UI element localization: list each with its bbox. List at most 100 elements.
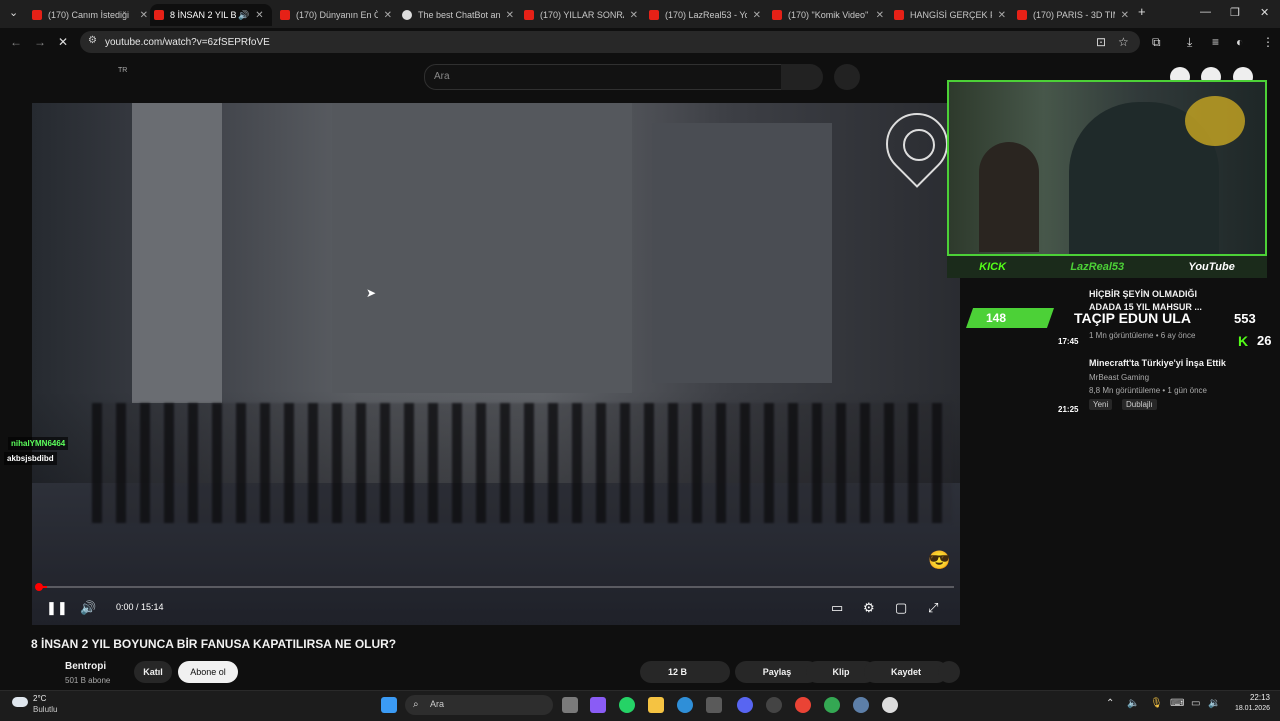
browser-tab-6[interactable]: (170) LazReal53 - You ✕: [645, 4, 761, 26]
browser-tab-5[interactable]: (170) YILLAR SONRA ✕: [520, 4, 638, 26]
install-app-icon[interactable]: ⊡: [1096, 35, 1106, 49]
fullscreen-icon[interactable]: ⤢: [928, 600, 938, 616]
settings-icon[interactable]: [853, 697, 869, 713]
tab-close-icon[interactable]: ✕: [876, 10, 884, 21]
minimize-icon[interactable]: —: [1200, 6, 1211, 18]
weather-temp[interactable]: 2°C: [33, 694, 46, 703]
clock-date[interactable]: 18.01.2026: [1226, 705, 1270, 712]
speaker-icon[interactable]: 🔈: [1127, 698, 1139, 709]
tab-close-icon[interactable]: ✕: [140, 10, 148, 21]
pause-icon[interactable]: ❚❚: [46, 600, 68, 616]
file-explorer-icon[interactable]: [648, 697, 664, 713]
browser-tab-9[interactable]: (170) PARIS - 3D TIM ✕: [1013, 4, 1129, 26]
browser-tab-3[interactable]: (170) Dünyanın En Ö ✕: [276, 4, 392, 26]
search-button[interactable]: [781, 64, 823, 90]
rec-1-title[interactable]: HİÇBİR ŞEYİN OLMADIĞI: [1089, 289, 1197, 299]
video-player[interactable]: [32, 103, 960, 625]
display-icon[interactable]: ▭: [1191, 698, 1200, 709]
download-icon[interactable]: ⤓: [1187, 35, 1192, 50]
store-icon[interactable]: [706, 697, 722, 713]
reading-list-icon[interactable]: ≡: [1212, 35, 1219, 49]
browser-tab-2[interactable]: 8 İNSAN 2 YIL BO🔊✕: [150, 4, 272, 26]
rec-2-meta: 8,8 Mn görüntüleme • 1 gün önce: [1089, 386, 1207, 395]
channel-name[interactable]: Bentropi: [65, 661, 106, 672]
extensions-icon[interactable]: ⧉: [1152, 35, 1161, 50]
save-button[interactable]: Kaydet: [864, 661, 948, 683]
audio-playing-icon[interactable]: 🔊: [238, 10, 249, 21]
close-window-icon[interactable]: ✕: [1260, 6, 1269, 19]
chrome-active-icon[interactable]: [824, 697, 840, 713]
subscribe-button[interactable]: Abone ol: [178, 661, 238, 683]
browser-tab-8[interactable]: HANGİSİ GERÇEK PİL✕: [890, 4, 1006, 26]
scrubber-handle[interactable]: [35, 583, 43, 591]
join-button[interactable]: Katıl: [134, 661, 172, 683]
edge-icon[interactable]: [677, 697, 693, 713]
region-label: TR: [118, 67, 128, 74]
site-info-icon[interactable]: ⚙: [88, 35, 97, 46]
discord-icon[interactable]: [737, 697, 753, 713]
parrot-logo-icon: [1185, 96, 1245, 146]
volume-icon[interactable]: 🔊: [80, 600, 96, 616]
theater-mode-icon[interactable]: ▢: [895, 600, 907, 616]
tab-close-icon[interactable]: ✕: [998, 10, 1006, 21]
chat-message: akbsjsbdibd: [4, 452, 57, 465]
new-tab-icon[interactable]: +: [1138, 4, 1146, 19]
tray-overflow-icon[interactable]: ⌃: [1106, 698, 1114, 709]
forward-icon[interactable]: →: [34, 35, 46, 49]
tab-close-icon[interactable]: ✕: [630, 10, 638, 21]
tab-close-icon[interactable]: ✕: [506, 10, 514, 21]
tab-close-icon[interactable]: ✕: [384, 10, 392, 21]
youtube-favicon-icon: [524, 10, 534, 20]
youtube-favicon-icon: [894, 10, 904, 20]
search-input[interactable]: [424, 64, 782, 90]
microphone-icon[interactable]: 🎙: [1150, 698, 1163, 709]
rec-2-title[interactable]: Minecraft'ta Türkiye'yi İnşa Ettik: [1089, 358, 1226, 368]
taskbar-search-icon: ⌕: [413, 699, 419, 710]
voice-search-button[interactable]: [834, 64, 860, 90]
browser-tab-1[interactable]: (170) Canım İstediği ✕: [28, 4, 148, 26]
taskbar-search-text: Ara: [430, 699, 445, 709]
keyboard-icon[interactable]: ⌨: [1170, 698, 1184, 709]
whatsapp-icon[interactable]: [619, 697, 635, 713]
subscriber-count: 501 B abone: [65, 676, 111, 685]
browser-tab-7[interactable]: (170) "Komik Video" ✕: [768, 4, 884, 26]
back-icon[interactable]: ←: [10, 35, 22, 49]
profile-icon[interactable]: ◐: [1236, 35, 1243, 49]
steam-icon[interactable]: [766, 697, 782, 713]
kick-count: 26: [1257, 333, 1272, 348]
maximize-icon[interactable]: ❐: [1230, 6, 1240, 19]
volume-tray-icon[interactable]: 🔉: [1208, 698, 1220, 709]
taskbar: [0, 690, 1280, 721]
location-pin-dot-icon: [903, 129, 935, 161]
stop-loading-icon[interactable]: ✕: [58, 35, 68, 49]
browser-tab-4[interactable]: The best ChatBot an ✕: [398, 4, 514, 26]
clock-time[interactable]: 22:13: [1226, 693, 1270, 702]
youtube-favicon-icon: [154, 10, 164, 20]
time-display: 0:00 / 15:14: [116, 602, 164, 612]
subtitles-icon[interactable]: ▭: [831, 600, 843, 616]
settings-gear-icon[interactable]: ⚙: [863, 600, 875, 616]
rec-2-channel[interactable]: MrBeast Gaming: [1089, 373, 1149, 382]
tab-close-icon[interactable]: ✕: [1121, 10, 1129, 21]
bookmark-star-icon[interactable]: ☆: [1118, 35, 1129, 49]
browser-menu-icon[interactable]: ⋮: [1262, 35, 1274, 49]
rec-1-title-line2[interactable]: ADADA 15 YIL MAHSUR ...: [1089, 302, 1202, 312]
mouse-app-icon[interactable]: [882, 697, 898, 713]
tab-search-icon[interactable]: ⌄: [9, 6, 18, 19]
copilot-icon[interactable]: [590, 697, 606, 713]
weather-desc[interactable]: Bulutlu: [33, 705, 57, 714]
streamer-name-label: LazReal53: [1070, 261, 1125, 273]
chrome-icon[interactable]: [795, 697, 811, 713]
tab-close-icon[interactable]: ✕: [753, 10, 761, 21]
stat-right-count: 553: [1234, 311, 1256, 326]
progress-bar[interactable]: [38, 586, 954, 588]
tab-close-icon[interactable]: ✕: [255, 10, 263, 21]
badge-new: Yeni: [1089, 399, 1113, 410]
stat-bar: [966, 308, 1054, 328]
like-button[interactable]: 12 B: [640, 661, 730, 683]
url-text[interactable]: youtube.com/watch?v=6zfSEPRfoVE: [105, 37, 270, 48]
webcam-overlay: [947, 80, 1267, 256]
start-windows-icon[interactable]: [381, 697, 397, 713]
more-actions-icon[interactable]: [938, 661, 960, 683]
task-view-icon[interactable]: [562, 697, 578, 713]
